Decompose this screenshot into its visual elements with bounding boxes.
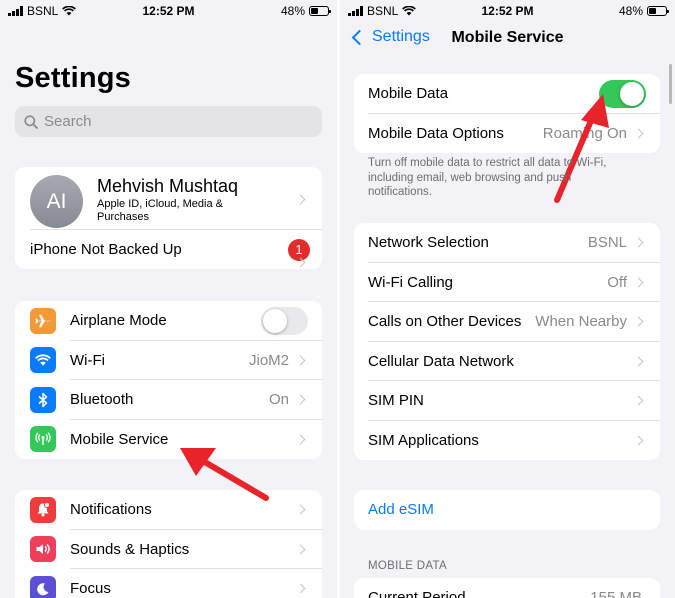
sounds-haptics-row[interactable]: Sounds & Haptics <box>15 530 322 569</box>
sim-applications-row[interactable]: SIM Applications <box>354 421 660 461</box>
mobile-data-label: Mobile Data <box>368 85 449 103</box>
battery-percent: 48% <box>618 4 643 18</box>
airplane-mode-toggle[interactable] <box>261 306 308 335</box>
antenna-icon <box>30 426 56 453</box>
speaker-icon <box>30 536 56 563</box>
backup-label: iPhone Not Backed Up <box>30 241 182 258</box>
cellular-data-network-row[interactable]: Cellular Data Network <box>354 342 660 381</box>
calls-other-devices-row[interactable]: Calls on Other Devices When Nearby <box>354 302 660 342</box>
focus-label: Focus <box>70 580 111 598</box>
bluetooth-icon <box>30 386 56 413</box>
notifications-label: Notifications <box>70 501 152 519</box>
airplane-icon <box>30 307 56 334</box>
add-esim-button[interactable]: Add eSIM <box>354 490 660 530</box>
search-input[interactable] <box>44 113 304 130</box>
battery-indicator: 48% <box>618 4 669 18</box>
bell-icon <box>30 496 56 523</box>
nav-title: Mobile Service <box>451 29 564 46</box>
settings-screen: BSNL 12:52 PM 48% Settings AI Mehvish Mu… <box>0 0 337 598</box>
mobile-service-row[interactable]: Mobile Service <box>15 420 322 460</box>
search-bar[interactable] <box>15 106 322 137</box>
sim-pin-row[interactable]: SIM PIN <box>354 381 660 421</box>
page-title: Settings <box>15 62 131 94</box>
focus-row[interactable]: Focus <box>15 569 322 598</box>
moon-icon <box>30 575 56 598</box>
sim-pin-label: SIM PIN <box>368 392 424 410</box>
section-header: MOBILE DATA <box>368 560 447 572</box>
bluetooth-label: Bluetooth <box>70 391 134 409</box>
chevron-right-icon <box>633 395 644 406</box>
add-esim-group: Add eSIM <box>354 490 660 530</box>
chevron-right-icon <box>295 394 306 405</box>
mobile-data-options-row[interactable]: Mobile Data Options Roaming On <box>354 114 660 154</box>
chevron-right-icon <box>633 316 644 327</box>
sounds-haptics-label: Sounds & Haptics <box>70 540 190 558</box>
mobile-data-usage-group: Current Period 155 MB <box>354 578 660 598</box>
airplane-mode-label: Airplane Mode <box>70 312 167 330</box>
battery-percent: 48% <box>280 4 305 18</box>
mobile-data-row[interactable]: Mobile Data <box>354 74 660 114</box>
chevron-right-icon <box>295 355 306 366</box>
avatar: AI <box>30 175 83 228</box>
network-selection-value: BSNL <box>587 234 627 252</box>
battery-indicator: 48% <box>280 4 331 18</box>
add-esim-label: Add eSIM <box>368 501 434 519</box>
chevron-right-icon <box>633 128 644 139</box>
mobile-data-options-label: Mobile Data Options <box>368 124 504 142</box>
mobile-data-footnote: Turn off mobile data to restrict all dat… <box>368 157 607 198</box>
wifi-icon <box>30 347 56 374</box>
network-selection-row[interactable]: Network Selection BSNL <box>354 223 660 263</box>
chevron-right-icon <box>295 194 306 205</box>
airplane-mode-row[interactable]: Airplane Mode <box>15 301 322 341</box>
current-period-row: Current Period 155 MB <box>354 578 660 598</box>
mobile-service-screen: BSNL 12:52 PM 48% Settings Mobile Servic… <box>340 0 675 598</box>
profile-name: Mehvish Mushtaq <box>97 176 239 196</box>
chevron-right-icon <box>295 434 306 445</box>
search-icon <box>24 114 38 129</box>
mobile-data-toggle[interactable] <box>599 79 646 108</box>
chevron-right-icon <box>633 435 644 446</box>
chevron-right-icon <box>295 583 306 594</box>
status-bar: BSNL 12:52 PM 48% <box>340 0 675 22</box>
chevron-right-icon <box>633 237 644 248</box>
wifi-label: Wi-Fi <box>70 351 105 369</box>
mobile-data-options-value: Roaming On <box>542 124 627 142</box>
chevron-right-icon <box>295 504 306 515</box>
current-period-label: Current Period <box>368 589 466 598</box>
bluetooth-value: On <box>268 391 289 409</box>
general-group: Notifications Sounds & Haptics Focus <box>15 490 322 598</box>
wifi-row[interactable]: Wi-Fi JioM2 <box>15 341 322 380</box>
notifications-row[interactable]: Notifications <box>15 490 322 530</box>
wifi-calling-value: Off <box>607 273 627 291</box>
connectivity-group: Airplane Mode Wi-Fi JioM2 Bluetooth On M… <box>15 301 322 459</box>
status-bar: BSNL 12:52 PM 48% <box>0 0 337 22</box>
mobile-data-group: Mobile Data Mobile Data Options Roaming … <box>354 74 660 153</box>
battery-icon <box>309 6 331 16</box>
chevron-right-icon <box>633 277 644 288</box>
calls-other-devices-label: Calls on Other Devices <box>368 313 522 331</box>
wifi-value: JioM2 <box>248 351 289 369</box>
scrollbar[interactable] <box>669 64 672 104</box>
current-period-value: 155 MB <box>590 589 642 598</box>
apple-id-card[interactable]: AI Mehvish Mushtaq Apple ID, iCloud, Med… <box>15 167 322 269</box>
wifi-calling-row[interactable]: Wi-Fi Calling Off <box>354 263 660 302</box>
battery-icon <box>647 6 669 16</box>
network-selection-label: Network Selection <box>368 234 489 252</box>
profile-subtitle: Apple ID, iCloud, Media & Purchases <box>97 198 223 223</box>
calls-other-devices-value: When Nearby <box>535 313 627 331</box>
cellular-data-network-label: Cellular Data Network <box>368 352 514 370</box>
network-group: Network Selection BSNL Wi-Fi Calling Off… <box>354 223 660 460</box>
wifi-calling-label: Wi-Fi Calling <box>368 273 454 291</box>
chevron-right-icon <box>633 356 644 367</box>
bluetooth-row[interactable]: Bluetooth On <box>15 380 322 420</box>
navigation-bar: Settings Mobile Service <box>340 22 675 56</box>
mobile-service-label: Mobile Service <box>70 430 169 448</box>
chevron-right-icon <box>295 544 306 555</box>
sim-applications-label: SIM Applications <box>368 431 479 449</box>
backup-warning-row[interactable]: iPhone Not Backed Up 1 <box>15 230 322 269</box>
